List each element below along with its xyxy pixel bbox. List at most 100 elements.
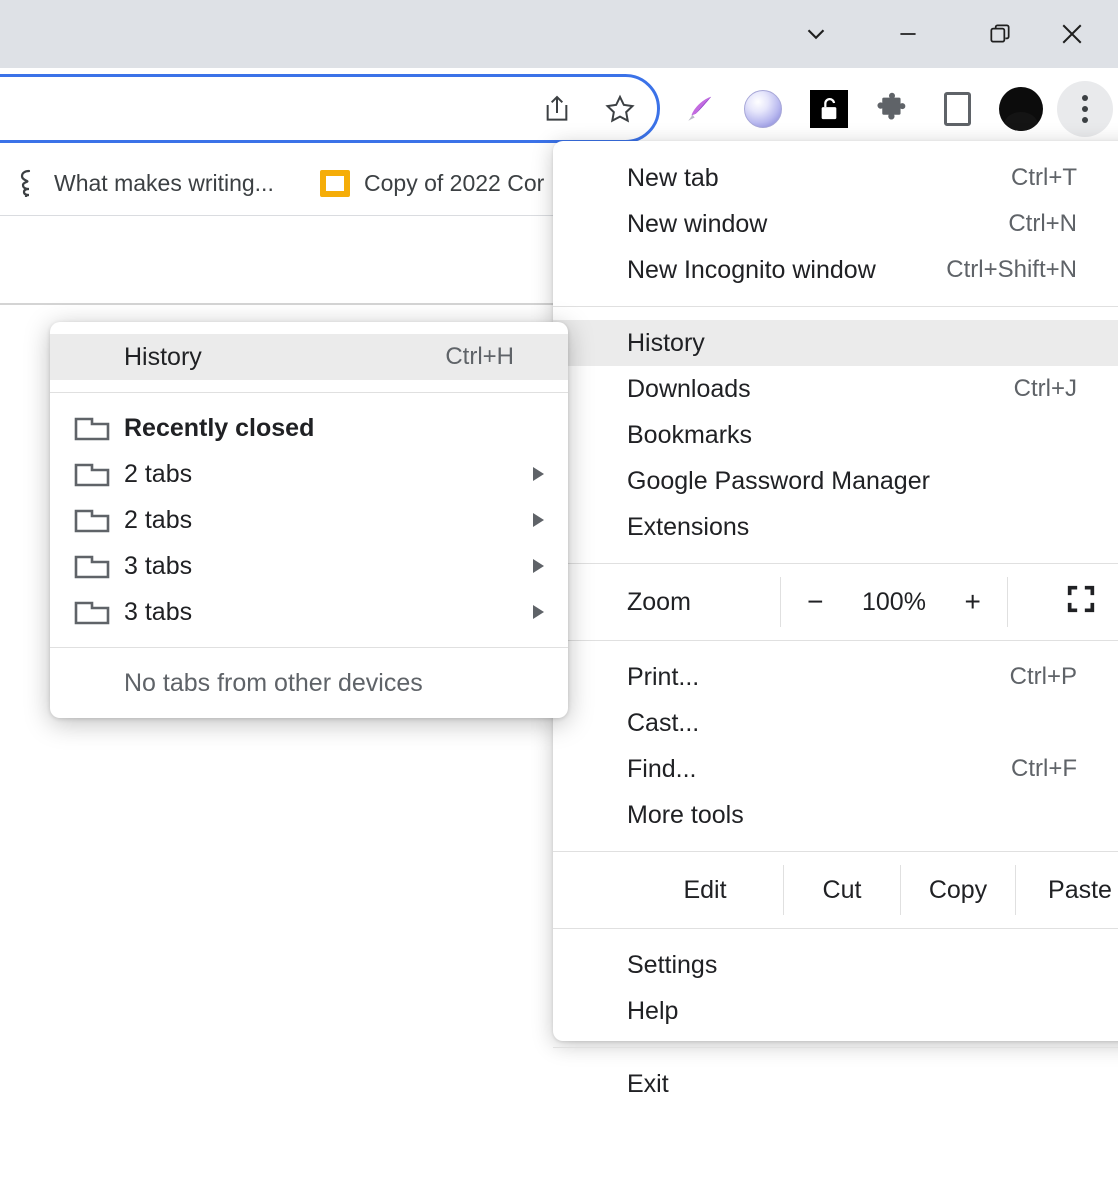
puzzle-extensions-icon[interactable] <box>867 84 917 134</box>
edit-label: Edit <box>553 865 783 915</box>
menu-item-label: Help <box>627 997 678 1026</box>
submenu-item-label: Recently closed <box>124 414 314 443</box>
menu-item-accel: Ctrl+T <box>1011 164 1077 192</box>
menu-item-more-tools[interactable]: More tools <box>553 792 1118 838</box>
submenu-item-closed-group[interactable]: 3 tabs <box>50 543 568 589</box>
close-button[interactable] <box>1026 0 1118 68</box>
chevron-right-icon <box>533 559 544 573</box>
side-panel-icon[interactable] <box>932 84 982 134</box>
close-icon <box>1057 19 1087 49</box>
submenu-item-label: 3 tabs <box>124 552 192 581</box>
menu-item-new-incognito-window[interactable]: New Incognito window Ctrl+Shift+N <box>553 247 1118 293</box>
menu-item-history[interactable]: History <box>553 320 1118 366</box>
menu-item-label: Google Password Manager <box>627 467 930 496</box>
submenu-item-label: No tabs from other devices <box>124 669 423 698</box>
zoom-level-value: 100% <box>862 588 926 617</box>
menu-item-google-password-manager[interactable]: Google Password Manager <box>553 458 1118 504</box>
folder-icon <box>74 463 110 487</box>
bookmark-item[interactable]: Copy of 2022 Cor <box>310 150 554 216</box>
orb-extension-icon[interactable] <box>738 84 788 134</box>
fullscreen-button[interactable] <box>1008 577 1118 627</box>
menu-item-settings[interactable]: Settings <box>553 942 1118 988</box>
title-bar <box>0 0 1118 68</box>
menu-item-extensions[interactable]: Extensions <box>553 504 1118 550</box>
paste-button[interactable]: Paste <box>1016 865 1118 915</box>
submenu-item-closed-group[interactable]: 3 tabs <box>50 589 568 635</box>
submenu-item-closed-group[interactable]: 2 tabs <box>50 497 568 543</box>
menu-item-label: New window <box>627 210 767 239</box>
submenu-separator <box>50 647 568 648</box>
menu-item-accel: Ctrl+N <box>1008 210 1077 238</box>
zoom-controls: − 100% + <box>781 577 1007 627</box>
bookmark-star-icon[interactable] <box>597 86 643 132</box>
restore-icon <box>987 21 1013 47</box>
submenu-item-closed-group[interactable]: 2 tabs <box>50 451 568 497</box>
yellow-square-favicon <box>320 170 350 197</box>
menu-item-accel: Ctrl+Shift+N <box>946 256 1077 284</box>
submenu-item-history[interactable]: History Ctrl+H <box>50 334 568 380</box>
folder-icon <box>74 509 110 533</box>
submenu-item-accel: Ctrl+H <box>445 343 514 371</box>
share-icon[interactable] <box>534 86 580 132</box>
lock-extension-icon[interactable] <box>804 84 854 134</box>
folder-icon <box>74 555 110 579</box>
zoom-in-button[interactable]: + <box>951 586 995 618</box>
folder-icon <box>74 417 110 441</box>
zoom-out-button[interactable]: − <box>793 586 837 618</box>
minimize-icon <box>895 21 921 47</box>
menu-separator <box>553 851 1118 852</box>
folder-icon <box>74 601 110 625</box>
menu-item-cast[interactable]: Cast... <box>553 700 1118 746</box>
menu-item-label: More tools <box>627 801 744 830</box>
bookmark-label: Copy of 2022 Cor <box>364 170 544 197</box>
zoom-label: Zoom <box>553 577 780 627</box>
submenu-no-other-devices: No tabs from other devices <box>50 660 568 706</box>
three-dot-menu-icon[interactable] <box>1057 81 1113 137</box>
menu-separator <box>553 1047 1118 1048</box>
dark-glyph-favicon <box>14 168 40 198</box>
submenu-item-label: 2 tabs <box>124 506 192 535</box>
menu-item-label: Print... <box>627 663 699 692</box>
profile-avatar[interactable] <box>996 84 1046 134</box>
chevron-right-icon <box>533 513 544 527</box>
menu-item-find[interactable]: Find... Ctrl+F <box>553 746 1118 792</box>
menu-item-accel: Ctrl+F <box>1011 755 1077 783</box>
menu-item-label: Extensions <box>627 513 749 542</box>
menu-item-print[interactable]: Print... Ctrl+P <box>553 654 1118 700</box>
bookmark-label: What makes writing... <box>54 170 274 197</box>
menu-item-help[interactable]: Help <box>553 988 1118 1034</box>
menu-item-downloads[interactable]: Downloads Ctrl+J <box>553 366 1118 412</box>
copy-button[interactable]: Copy <box>901 865 1015 915</box>
submenu-item-label: History <box>124 343 202 372</box>
chevron-right-icon <box>533 467 544 481</box>
menu-item-accel: Ctrl+J <box>1014 375 1077 403</box>
quill-extension-icon[interactable] <box>675 84 725 134</box>
menu-item-label: Find... <box>627 755 696 784</box>
menu-item-label: Exit <box>627 1070 669 1099</box>
chevron-right-icon <box>533 605 544 619</box>
menu-item-label: New tab <box>627 164 719 193</box>
bookmark-item[interactable]: What makes writing... <box>4 150 284 216</box>
menu-item-accel: Ctrl+P <box>1010 663 1077 691</box>
menu-item-label: Bookmarks <box>627 421 752 450</box>
menu-item-new-tab[interactable]: New tab Ctrl+T <box>553 155 1118 201</box>
menu-item-label: History <box>627 329 705 358</box>
chevron-down-icon <box>801 19 831 49</box>
menu-separator <box>553 306 1118 307</box>
menu-item-new-window[interactable]: New window Ctrl+N <box>553 201 1118 247</box>
menu-separator <box>553 928 1118 929</box>
submenu-separator <box>50 392 568 393</box>
menu-item-bookmarks[interactable]: Bookmarks <box>553 412 1118 458</box>
edit-row: Edit Cut Copy Paste <box>553 865 1118 915</box>
fullscreen-icon <box>1064 582 1098 623</box>
menu-item-exit[interactable]: Exit <box>553 1061 1118 1107</box>
menu-separator <box>553 640 1118 641</box>
menu-separator <box>553 563 1118 564</box>
cut-button[interactable]: Cut <box>784 865 900 915</box>
submenu-item-label: 2 tabs <box>124 460 192 489</box>
browser-window: What makes writing... Copy of 2022 Cor N… <box>0 0 1118 1192</box>
zoom-row: Zoom − 100% + <box>553 577 1118 627</box>
tab-search-button[interactable] <box>770 0 862 68</box>
menu-item-label: Cast... <box>627 709 699 738</box>
minimize-button[interactable] <box>862 0 954 68</box>
